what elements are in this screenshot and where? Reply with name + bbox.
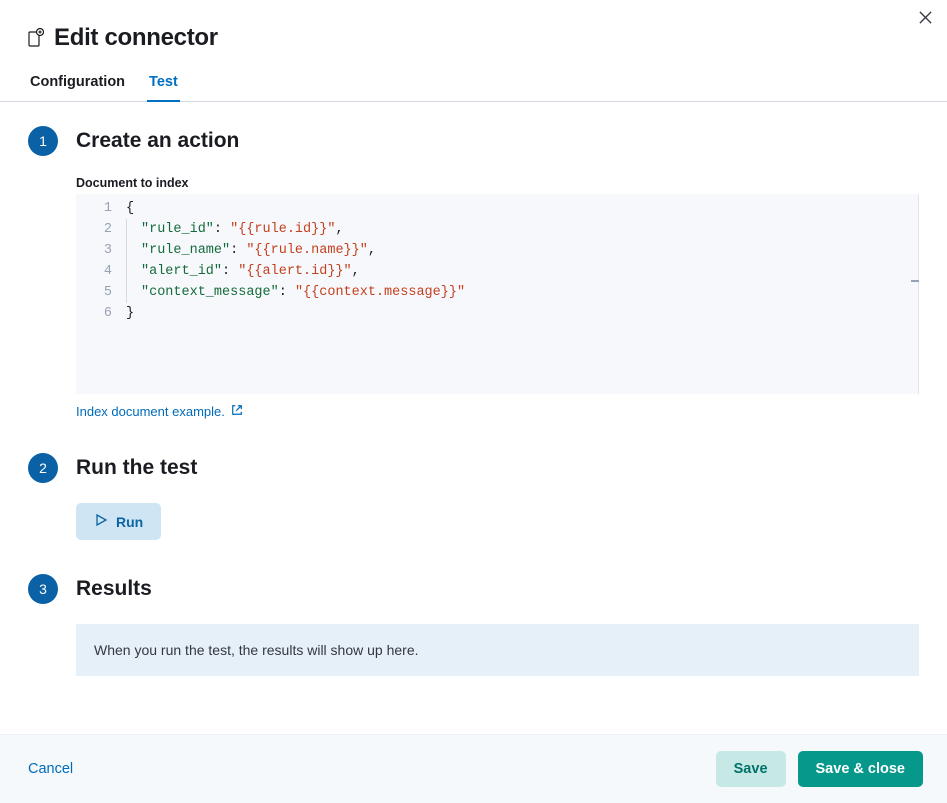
flyout-header: Edit connector bbox=[0, 0, 947, 64]
step-3-badge: 3 bbox=[28, 574, 58, 604]
flyout-title: Edit connector bbox=[54, 24, 218, 52]
tab-configuration[interactable]: Configuration bbox=[28, 64, 127, 102]
step-2-badge: 2 bbox=[28, 453, 58, 483]
code-gutter: 123456 bbox=[76, 194, 126, 394]
help-link[interactable]: Index document example. bbox=[76, 404, 243, 419]
code-editor[interactable]: 123456 {"rule_id": "{{rule.id}}","rule_n… bbox=[76, 194, 919, 394]
cancel-button[interactable]: Cancel bbox=[24, 753, 77, 785]
tab-test[interactable]: Test bbox=[147, 64, 180, 102]
tabs: Configuration Test bbox=[0, 64, 947, 102]
save-button[interactable]: Save bbox=[716, 751, 786, 787]
help-link-text: Index document example. bbox=[76, 404, 225, 419]
close-icon[interactable] bbox=[918, 10, 933, 28]
document-label: Document to index bbox=[76, 176, 919, 190]
results-placeholder: When you run the test, the results will … bbox=[76, 624, 919, 676]
run-label: Run bbox=[116, 514, 143, 530]
footer: Cancel Save Save & close bbox=[0, 734, 947, 803]
connector-icon bbox=[28, 27, 44, 50]
step-1-title: Create an action bbox=[76, 126, 919, 156]
editor-mark bbox=[911, 280, 919, 282]
play-icon bbox=[94, 513, 108, 530]
external-link-icon bbox=[231, 404, 243, 419]
save-close-button[interactable]: Save & close bbox=[798, 751, 923, 787]
run-button[interactable]: Run bbox=[76, 503, 161, 540]
step-1-badge: 1 bbox=[28, 126, 58, 156]
step-3-title: Results bbox=[76, 574, 919, 604]
step-2-title: Run the test bbox=[76, 453, 919, 483]
code-content[interactable]: {"rule_id": "{{rule.id}}","rule_name": "… bbox=[126, 194, 465, 394]
